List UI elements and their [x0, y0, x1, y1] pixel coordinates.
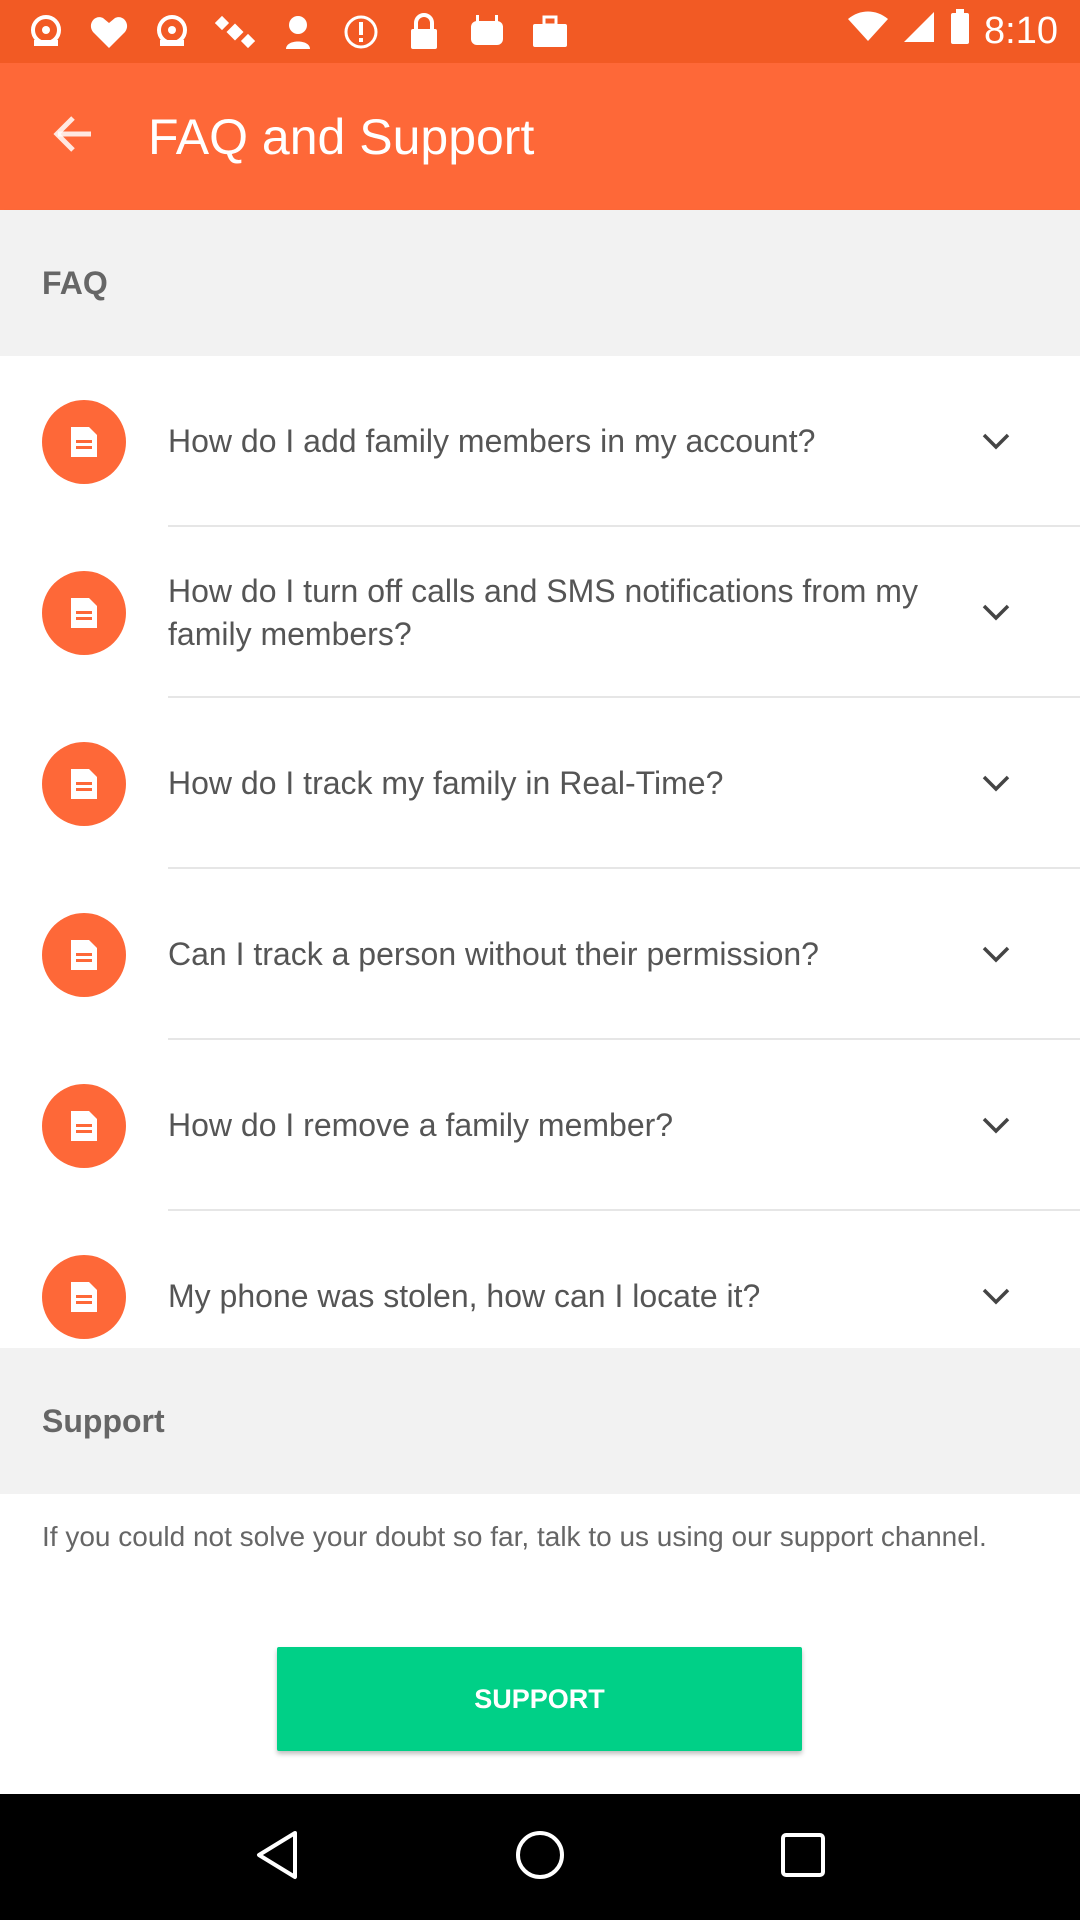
document-icon: [42, 912, 126, 997]
signal-icon: [902, 10, 936, 54]
status-icons: [24, 12, 572, 52]
support-description: If you could not solve your doubt so far…: [42, 1521, 987, 1552]
faq-question: My phone was stolen, how can I locate it…: [168, 1278, 761, 1314]
document-icon: [42, 741, 126, 826]
square-recents-icon: [779, 1831, 827, 1884]
chevron-down-icon[interactable]: [980, 768, 1012, 800]
heart-icon: [87, 12, 131, 52]
status-time: 8:10: [984, 10, 1058, 52]
wifi-icon: [848, 10, 889, 53]
faq-question: How do I remove a family member?: [168, 1107, 674, 1143]
navigation-bar: [0, 1794, 1080, 1920]
triangle-back-icon: [253, 1829, 301, 1886]
faq-section-header: FAQ: [0, 210, 1080, 356]
nav-back-button[interactable]: [237, 1817, 317, 1897]
app-bar: FAQ and Support: [0, 63, 1080, 210]
faq-item[interactable]: Can I track a person without their permi…: [0, 869, 1080, 1040]
status-right: 8:10: [848, 8, 1058, 55]
faq-item[interactable]: How do I add family members in my accoun…: [0, 356, 1080, 527]
chevron-down-icon[interactable]: [980, 939, 1012, 971]
lock-icon: [402, 12, 446, 52]
circle-home-icon: [514, 1829, 566, 1886]
document-icon: [42, 399, 126, 484]
page-title: FAQ and Support: [148, 108, 535, 165]
support-section-header: Support: [0, 1348, 1080, 1494]
location-alert-icon: [276, 12, 320, 52]
support-button[interactable]: SUPPORT: [277, 1647, 802, 1751]
alert-circle-icon: [339, 12, 383, 52]
support-header-label: Support: [42, 1402, 165, 1439]
faq-item[interactable]: My phone was stolen, how can I locate it…: [0, 1211, 1080, 1348]
nav-recents-button[interactable]: [763, 1817, 843, 1897]
android-icon: [465, 12, 509, 52]
faq-question: Can I track a person without their permi…: [168, 936, 819, 972]
satellite-icon: [213, 12, 257, 52]
support-body: If you could not solve your doubt so far…: [0, 1494, 1080, 1794]
briefcase-icon: [528, 12, 572, 52]
faq-header-label: FAQ: [42, 264, 108, 301]
faq-item[interactable]: How do I turn off calls and SMS notifica…: [0, 527, 1080, 698]
faq-item[interactable]: How do I track my family in Real-Time?: [0, 698, 1080, 869]
chevron-down-icon[interactable]: [980, 426, 1012, 458]
faq-list: How do I add family members in my accoun…: [0, 356, 1080, 1348]
faq-item[interactable]: How do I remove a family member?: [0, 1040, 1080, 1211]
battery-icon: [950, 8, 970, 55]
document-icon: [42, 570, 126, 655]
chevron-down-icon[interactable]: [980, 597, 1012, 629]
document-icon: [42, 1083, 126, 1168]
chevron-down-icon[interactable]: [980, 1281, 1012, 1313]
faq-question: How do I add family members in my accoun…: [168, 423, 816, 459]
document-icon: [42, 1254, 126, 1339]
fake-gps-icon: [150, 12, 194, 52]
arrow-back-icon: [51, 114, 95, 159]
back-button[interactable]: [23, 87, 123, 187]
faq-question: How do I track my family in Real-Time?: [168, 765, 724, 801]
faq-question: How do I turn off calls and SMS notifica…: [168, 572, 918, 652]
fake-gps-icon: [24, 12, 68, 52]
status-bar: 8:10: [0, 0, 1080, 63]
chevron-down-icon[interactable]: [980, 1110, 1012, 1142]
nav-home-button[interactable]: [500, 1817, 580, 1897]
